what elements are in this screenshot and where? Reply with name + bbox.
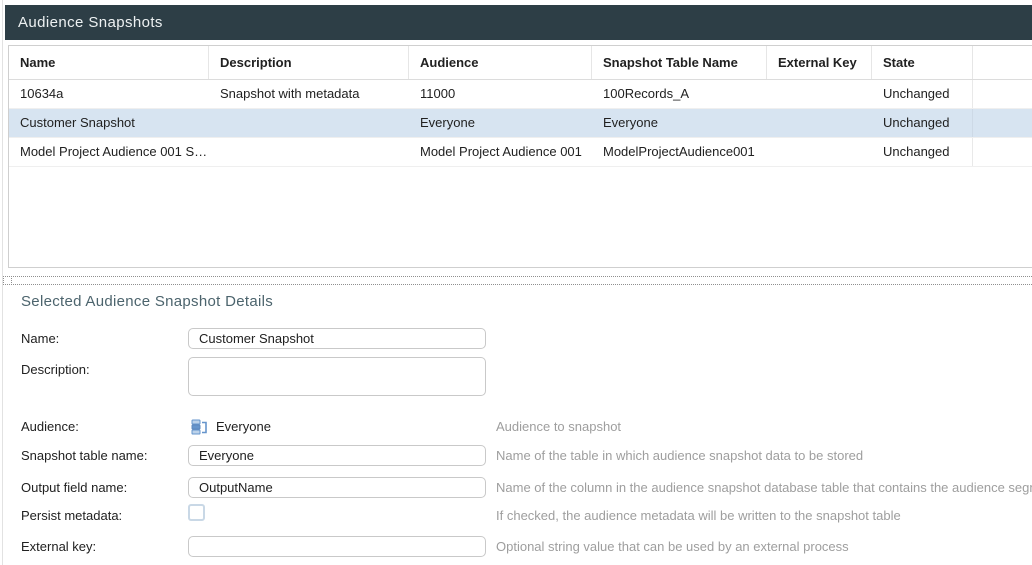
- external-key-field-row: External key: Optional string value that…: [21, 534, 1032, 559]
- table-row[interactable]: Model Project Audience 001 Sna... Model …: [9, 138, 1032, 167]
- cell-snapshot-table: ModelProjectAudience001: [592, 138, 767, 166]
- column-header-audience[interactable]: Audience: [409, 46, 592, 79]
- name-input[interactable]: [188, 328, 486, 349]
- cell-spacer: [973, 138, 1032, 166]
- column-header-external-key[interactable]: External Key: [767, 46, 872, 79]
- audience-label: Audience:: [21, 419, 188, 434]
- persist-metadata-field-row: Persist metadata: If checked, the audien…: [21, 506, 1032, 524]
- cell-audience: Everyone: [409, 109, 592, 137]
- audience-table-icon: [191, 418, 208, 435]
- audience-field-row: Audience: Everyone Audience to snapshot: [21, 415, 1032, 437]
- external-key-input[interactable]: [188, 536, 486, 557]
- persist-metadata-checkbox[interactable]: [188, 504, 205, 521]
- output-field-name-input[interactable]: [188, 477, 486, 498]
- audience-name-text: Everyone: [216, 419, 271, 434]
- external-key-help-text: Optional string value that can be used b…: [496, 539, 849, 554]
- cell-audience: 11000: [409, 80, 592, 108]
- table-header-row: Name Description Audience Snapshot Table…: [9, 46, 1032, 80]
- cell-state: Unchanged: [872, 138, 973, 166]
- output-field-name-field-row: Output field name: Name of the column in…: [21, 475, 1032, 500]
- persist-metadata-label: Persist metadata:: [21, 508, 188, 523]
- snapshots-table: Name Description Audience Snapshot Table…: [8, 45, 1032, 268]
- cell-name: Model Project Audience 001 Sna...: [9, 138, 209, 166]
- cell-snapshot-table: 100Records_A: [592, 80, 767, 108]
- cell-spacer: [973, 80, 1032, 108]
- cell-audience: Model Project Audience 001: [409, 138, 592, 166]
- external-key-label: External key:: [21, 539, 188, 554]
- horizontal-splitter[interactable]: [3, 276, 1032, 285]
- snapshot-table-name-field-row: Snapshot table name: Name of the table i…: [21, 443, 1032, 468]
- output-field-name-help-text: Name of the column in the audience snaps…: [496, 480, 1032, 495]
- audience-help-text: Audience to snapshot: [496, 419, 621, 434]
- column-header-state[interactable]: State: [872, 46, 973, 79]
- cell-external-key: [767, 80, 872, 108]
- description-field-row: Description:: [21, 357, 1032, 405]
- snapshot-table-name-label: Snapshot table name:: [21, 448, 188, 463]
- persist-metadata-help-text: If checked, the audience metadata will b…: [496, 508, 901, 523]
- column-header-spacer: [973, 46, 1032, 79]
- cell-spacer: [973, 109, 1032, 137]
- selected-snapshot-details-section: Selected Audience Snapshot Details Name:…: [8, 287, 1032, 565]
- splitter-handle-icon[interactable]: [3, 276, 12, 285]
- cell-state: Unchanged: [872, 109, 973, 137]
- name-field-row: Name:: [21, 326, 1032, 351]
- column-header-snapshot-table[interactable]: Snapshot Table Name: [592, 46, 767, 79]
- name-label: Name:: [21, 331, 188, 346]
- description-textarea[interactable]: [188, 357, 486, 396]
- audience-value[interactable]: Everyone: [188, 418, 486, 435]
- audience-snapshots-panel: Audience Snapshots Name Description Audi…: [2, 0, 1032, 565]
- cell-description: [209, 109, 409, 137]
- cell-external-key: [767, 109, 872, 137]
- cell-description: [209, 138, 409, 166]
- description-label: Description:: [21, 357, 188, 377]
- snapshot-table-name-input[interactable]: [188, 445, 486, 466]
- table-row-selected[interactable]: Customer Snapshot Everyone Everyone Unch…: [9, 109, 1032, 138]
- panel-title: Audience Snapshots: [18, 14, 163, 31]
- panel-title-bar: Audience Snapshots: [5, 5, 1032, 40]
- cell-snapshot-table: Everyone: [592, 109, 767, 137]
- column-header-description[interactable]: Description: [209, 46, 409, 79]
- snapshot-table-name-help-text: Name of the table in which audience snap…: [496, 448, 863, 463]
- details-form: Name: Description: Audience:: [21, 326, 1032, 559]
- output-field-name-label: Output field name:: [21, 480, 188, 495]
- cell-external-key: [767, 138, 872, 166]
- table-row[interactable]: 10634a Snapshot with metadata 11000 100R…: [9, 80, 1032, 109]
- details-heading: Selected Audience Snapshot Details: [21, 293, 1032, 310]
- cell-description: Snapshot with metadata: [209, 80, 409, 108]
- cell-state: Unchanged: [872, 80, 973, 108]
- cell-name: 10634a: [9, 80, 209, 108]
- cell-name: Customer Snapshot: [9, 109, 209, 137]
- column-header-name[interactable]: Name: [9, 46, 209, 79]
